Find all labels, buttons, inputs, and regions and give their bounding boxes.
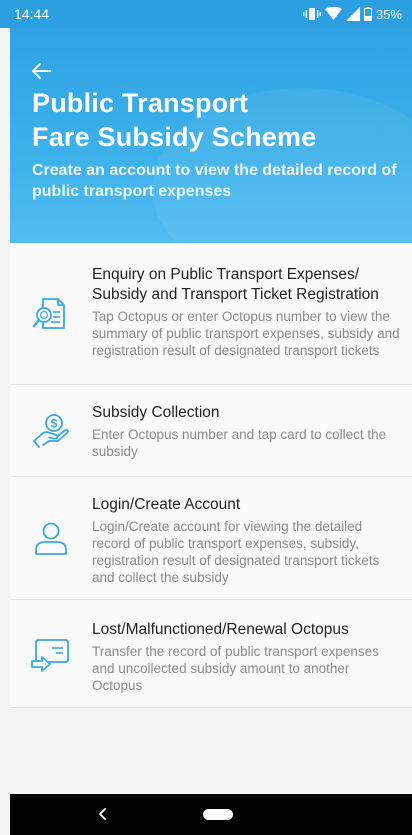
menu-item-description: Login/Create account for viewing the det… xyxy=(92,519,380,585)
battery-percent: 35% xyxy=(375,6,402,22)
vibrate-icon xyxy=(302,8,321,20)
menu-item-description: Transfer the record of public transport … xyxy=(92,644,379,693)
battery-icon xyxy=(363,7,372,21)
user-icon xyxy=(35,522,67,555)
page-title: Public Transport Fare Subsidy Scheme xyxy=(32,88,317,152)
status-bar: 14:44 35% xyxy=(0,0,412,28)
cell-signal-icon xyxy=(345,7,360,21)
menu-item-subsidy-collection[interactable]: $ Subsidy Collection Enter Octopus numbe… xyxy=(10,385,412,477)
menu-item-title: Lost/Malfunctioned/Renewal Octopus xyxy=(92,621,349,638)
header-banner: Public Transport Fare Subsidy Scheme Cre… xyxy=(10,28,412,243)
status-icons: 35% xyxy=(302,6,402,22)
status-time: 14:44 xyxy=(14,6,50,22)
document-search-icon xyxy=(32,297,65,329)
menu-item-description: Tap Octopus or enter Octopus number to v… xyxy=(92,309,400,358)
menu-item-title: Enquiry on Public Transport Expenses/ Su… xyxy=(92,266,379,303)
menu-list: Enquiry on Public Transport Expenses/ Su… xyxy=(10,243,412,708)
menu-item-description: Enter Octopus number and tap card to col… xyxy=(92,427,387,459)
menu-item-title: Subsidy Collection xyxy=(92,404,220,421)
menu-item-login[interactable]: Login/Create Account Login/Create accoun… xyxy=(10,477,412,600)
nav-back-icon[interactable] xyxy=(95,806,111,822)
back-arrow-icon[interactable] xyxy=(30,60,52,82)
svg-text:$: $ xyxy=(51,416,58,430)
menu-item-title: Login/Create Account xyxy=(92,496,241,513)
page-subtitle: Create an account to view the detailed r… xyxy=(32,162,397,200)
menu-item-enquiry[interactable]: Enquiry on Public Transport Expenses/ Su… xyxy=(10,243,412,385)
hand-coin-icon: $ xyxy=(33,413,69,448)
card-transfer-icon xyxy=(31,638,69,672)
wifi-icon xyxy=(324,7,342,20)
system-nav-bar xyxy=(10,794,412,835)
menu-item-lost-octopus[interactable]: Lost/Malfunctioned/Renewal Octopus Trans… xyxy=(10,600,412,708)
nav-home-button[interactable] xyxy=(203,809,233,820)
